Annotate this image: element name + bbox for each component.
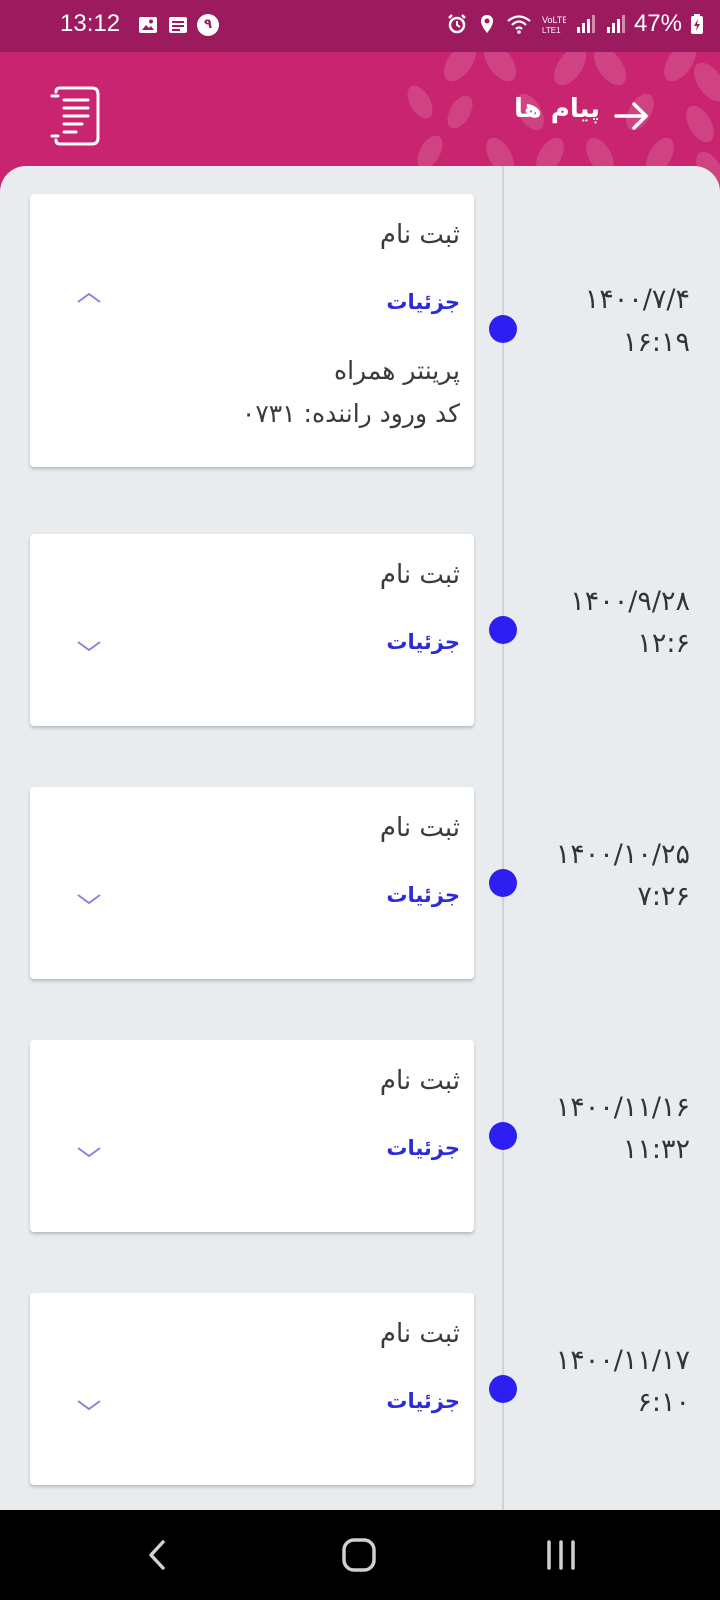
- chevron-up-icon[interactable]: [74, 288, 104, 308]
- status-system-icons: VoLTE LTE1 47%: [446, 10, 704, 38]
- message-card[interactable]: ثبت نام جزئیات: [30, 534, 474, 726]
- alarm-icon: [448, 14, 466, 34]
- detail-line: پرینتر همراه: [333, 356, 460, 385]
- volte-icon: VoLTE LTE1: [542, 15, 566, 35]
- image-icon: [139, 17, 157, 33]
- page-title: پیام ها: [513, 94, 600, 124]
- svg-text:LTE1: LTE1: [542, 26, 561, 35]
- document-list-icon[interactable]: [48, 86, 102, 146]
- message-card[interactable]: ثبت نام جزئیات: [30, 1293, 474, 1485]
- svg-text:VoLTE: VoLTE: [542, 15, 566, 25]
- nav-back-icon[interactable]: [135, 1532, 181, 1578]
- status-bar: 13:12 ۹ VoLTE LTE1 47%: [0, 0, 720, 52]
- timeline-dot: [489, 616, 517, 644]
- chevron-down-icon[interactable]: [74, 636, 104, 656]
- message-time: ۱۱:۳۲: [622, 1134, 690, 1165]
- details-toggle[interactable]: جزئیات: [386, 290, 460, 314]
- details-toggle[interactable]: جزئیات: [386, 1136, 460, 1160]
- signal-icon-2: [606, 15, 625, 33]
- message-title: ثبت نام: [379, 1319, 460, 1349]
- timeline-dot: [489, 869, 517, 897]
- message-date: ۱۴۰۰/۷/۴: [584, 284, 690, 315]
- message-title: ثبت نام: [379, 1066, 460, 1096]
- battery-icon: [691, 14, 703, 34]
- message-date: ۱۴۰۰/۹/۲۸: [570, 586, 690, 617]
- signal-icon: [576, 15, 595, 33]
- chevron-down-icon[interactable]: [74, 1142, 104, 1162]
- timeline-dot: [489, 315, 517, 343]
- message-title: ثبت نام: [379, 560, 460, 590]
- message-card[interactable]: ثبت نام جزئیات: [30, 787, 474, 979]
- message-card[interactable]: ثبت نام جزئیات پرینتر همراه کد ورود رانن…: [30, 194, 474, 467]
- details-toggle[interactable]: جزئیات: [386, 1389, 460, 1413]
- message-time: ۱۲:۶: [637, 628, 690, 659]
- status-time: 13:12: [60, 10, 121, 37]
- message-date: ۱۴۰۰/۱۰/۲۵: [555, 839, 690, 870]
- message-title: ثبت نام: [379, 813, 460, 843]
- nav-home-icon[interactable]: [336, 1532, 382, 1578]
- timeline-dot: [489, 1375, 517, 1403]
- nav-recents-icon[interactable]: [538, 1532, 584, 1578]
- timeline-line: [502, 166, 504, 1510]
- message-time: ۷:۲۶: [637, 881, 690, 912]
- message-date: ۱۴۰۰/۱۱/۱۷: [555, 1345, 690, 1376]
- chevron-down-icon[interactable]: [74, 1395, 104, 1415]
- message-card[interactable]: ثبت نام جزئیات: [30, 1040, 474, 1232]
- message-title: ثبت نام: [379, 220, 460, 250]
- notification-badge-icon: ۹: [197, 14, 219, 36]
- message-timeline[interactable]: ثبت نام جزئیات پرینتر همراه کد ورود رانن…: [0, 166, 720, 1510]
- chevron-down-icon[interactable]: [74, 889, 104, 909]
- message-time: ۱۶:۱۹: [622, 327, 690, 358]
- location-icon: [480, 15, 493, 33]
- message-icon: [169, 17, 187, 33]
- message-date: ۱۴۰۰/۱۱/۱۶: [555, 1092, 690, 1123]
- battery-percent: 47%: [633, 10, 682, 37]
- detail-line: کد ورود راننده: ۰۷۳۱: [241, 399, 460, 428]
- status-notification-icons: ۹: [137, 14, 219, 36]
- system-nav-bar: [0, 1510, 720, 1600]
- back-arrow-icon[interactable]: [612, 96, 652, 136]
- details-toggle[interactable]: جزئیات: [386, 883, 460, 907]
- timeline-dot: [489, 1122, 517, 1150]
- message-time: ۶:۱۰: [637, 1387, 690, 1418]
- wifi-icon: [507, 15, 531, 34]
- details-toggle[interactable]: جزئیات: [386, 630, 460, 654]
